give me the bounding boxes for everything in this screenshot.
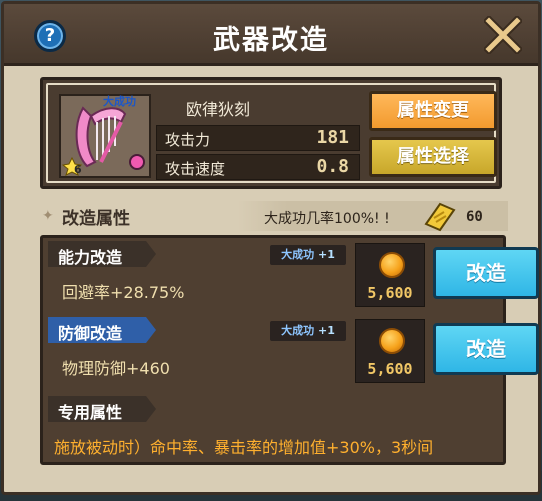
badge-text: 大成功: [281, 324, 315, 337]
cost-box: 5,600: [355, 319, 425, 383]
weapon-name: 欧律狄刻: [186, 100, 251, 119]
cost-box: 5,600: [355, 243, 425, 307]
defense-modify-effect: 物理防御+460: [62, 359, 170, 378]
section-title: 改造属性: [62, 209, 130, 229]
great-success-rate-text: 大成功几率100%! !: [264, 211, 390, 227]
gold-coin-icon: [379, 252, 405, 278]
modify-ticket-icon: [424, 202, 456, 232]
exclusive-attribute-row: 专用属性 施放被动时）命中率、暴击率的增加值+30%，3秒间: [44, 392, 504, 462]
ability-modify-label: 能力改造: [58, 248, 123, 267]
badge-plus: +1: [317, 248, 335, 261]
weapon-level: 6: [74, 163, 82, 176]
ticket-count: 60: [466, 209, 483, 225]
close-icon[interactable]: [484, 16, 522, 54]
modify-button[interactable]: 改造: [433, 323, 539, 375]
defense-modify-label: 防御改造: [58, 324, 123, 343]
cost-value: 5,600: [367, 284, 413, 302]
stat-value: 181: [316, 127, 349, 148]
stat-row-attack-speed: 攻击速度 0.8: [156, 154, 360, 180]
gold-coin-icon: [379, 328, 405, 354]
section-bullet-icon: ✦: [42, 208, 54, 224]
stat-row-attack: 攻击力 181: [156, 125, 360, 151]
badge-plus: +1: [317, 324, 335, 337]
great-success-tag: 大成功: [103, 95, 136, 108]
ability-modify-effect: 回避率+28.75%: [62, 283, 185, 302]
stat-label: 攻击力: [165, 131, 211, 149]
modify-button[interactable]: 改造: [433, 247, 539, 299]
attribute-select-button[interactable]: 属性选择: [369, 137, 497, 177]
stat-label: 攻击速度: [165, 160, 226, 178]
great-success-badge: 大成功 +1: [270, 245, 346, 265]
exclusive-attribute-label: 专用属性: [58, 403, 123, 422]
exclusive-attribute-description: 施放被动时）命中率、暴击率的增加值+30%，3秒间: [54, 438, 434, 457]
attribute-change-button[interactable]: 属性变更: [369, 91, 497, 131]
dialog-titlebar: ? 武器改造: [4, 4, 538, 66]
defense-modify-row: 防御改造 大成功 +1 物理防御+460 5,600 改造: [44, 313, 539, 387]
stat-value: 0.8: [316, 156, 349, 177]
badge-text: 大成功: [281, 248, 315, 261]
cost-value: 5,600: [367, 360, 413, 378]
great-success-badge: 大成功 +1: [270, 321, 346, 341]
dialog-title: 武器改造: [213, 25, 329, 56]
ability-modify-row: 能力改造 大成功 +1 回避率+28.75% 5,600 改造: [44, 237, 539, 311]
